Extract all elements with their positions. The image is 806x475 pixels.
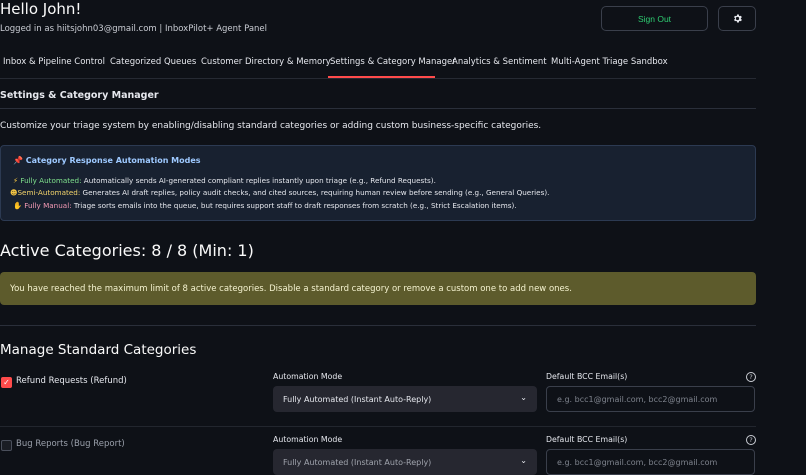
main-tabs: Inbox & Pipeline Control Categorized Que… (0, 50, 806, 78)
refund-automation-mode-select[interactable]: Fully Automated (Instant Auto-Reply) ⌄ (273, 386, 537, 412)
bug-report-category-label: Bug Reports (Bug Report) (16, 439, 125, 449)
bug-report-bcc-email-input[interactable] (546, 449, 755, 475)
lightning-icon: ⚡ (13, 176, 19, 185)
info-line-semi-automated: ☻Semi-Automated: Generates AI draft repl… (10, 188, 550, 197)
help-icon[interactable]: ? (746, 435, 756, 445)
manage-divider (0, 325, 756, 326)
settings-gear-button[interactable] (718, 6, 756, 31)
section-header: Settings & Category Manager (0, 90, 159, 101)
chevron-down-icon: ⌄ (520, 456, 527, 465)
hand-icon: ✋ (13, 201, 22, 210)
tabs-divider (0, 78, 756, 79)
help-icon[interactable]: ? (746, 372, 756, 382)
manage-standard-categories-title: Manage Standard Categories (0, 342, 197, 358)
settings-description: Customize your triage system by enabling… (0, 121, 542, 131)
tab-analytics-sentiment[interactable]: Analytics & Sentiment (452, 57, 547, 67)
refund-bcc-email-input[interactable] (546, 386, 755, 412)
pushpin-icon: 📌 (13, 156, 23, 165)
tab-inbox-pipeline[interactable]: Inbox & Pipeline Control (3, 57, 105, 67)
default-bcc-label: Default BCC Email(s) (546, 435, 628, 444)
logged-in-info: Logged in as hiitsjohn03@gmail.com | Inb… (0, 24, 268, 34)
automation-mode-label: Automation Mode (273, 372, 343, 381)
automation-mode-label: Automation Mode (273, 435, 343, 444)
sign-out-button[interactable]: Sign Out (601, 6, 708, 31)
category-row-divider (0, 426, 756, 427)
greeting-title: Hello John! (0, 0, 82, 18)
refund-category-label: Refund Requests (Refund) (16, 376, 127, 386)
chevron-down-icon: ⌄ (520, 393, 527, 402)
limit-warning-banner: You have reached the maximum limit of 8 … (0, 272, 756, 305)
default-bcc-label: Default BCC Email(s) (546, 372, 628, 381)
info-line-fully-manual: ✋ Fully Manual: Triage sorts emails into… (13, 201, 517, 210)
tab-categorized-queues[interactable]: Categorized Queues (110, 57, 196, 67)
tab-settings-category-manager[interactable]: Settings & Category Manager (330, 57, 456, 67)
info-title: 📌 Category Response Automation Modes (13, 156, 201, 165)
refund-category-checkbox[interactable]: ✓ (1, 377, 12, 388)
bug-report-category-checkbox[interactable] (1, 440, 12, 451)
bug-report-automation-mode-select[interactable]: Fully Automated (Instant Auto-Reply) ⌄ (273, 449, 537, 475)
active-categories-count: Active Categories: 8 / 8 (Min: 1) (0, 241, 254, 260)
section-divider (0, 108, 756, 109)
tab-multi-agent-sandbox[interactable]: Multi-Agent Triage Sandbox (551, 57, 668, 67)
tab-customer-directory[interactable]: Customer Directory & Memory (201, 57, 331, 67)
gear-icon (733, 14, 742, 23)
info-line-fully-automated: ⚡ Fully Automated: Automatically sends A… (13, 176, 436, 185)
automation-modes-info-box: 📌 Category Response Automation Modes ⚡ F… (0, 145, 756, 221)
checkmark-icon: ✓ (3, 378, 10, 387)
smiley-icon: ☻ (10, 188, 18, 197)
